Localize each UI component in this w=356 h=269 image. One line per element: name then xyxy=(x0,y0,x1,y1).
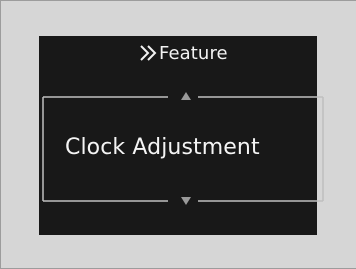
screen-header: Feature xyxy=(139,41,228,65)
triangle-up-icon[interactable] xyxy=(180,91,192,101)
page-frame: Feature Clock Adjustment xyxy=(0,0,356,269)
triangle-down-icon[interactable] xyxy=(180,196,192,206)
menu-selection-box[interactable]: Clock Adjustment xyxy=(44,92,322,205)
double-chevron-right-icon xyxy=(140,45,157,61)
menu-item-label: Clock Adjustment xyxy=(65,135,260,160)
header-title: Feature xyxy=(159,42,228,64)
display-screen: Feature Clock Adjustment xyxy=(39,36,317,235)
